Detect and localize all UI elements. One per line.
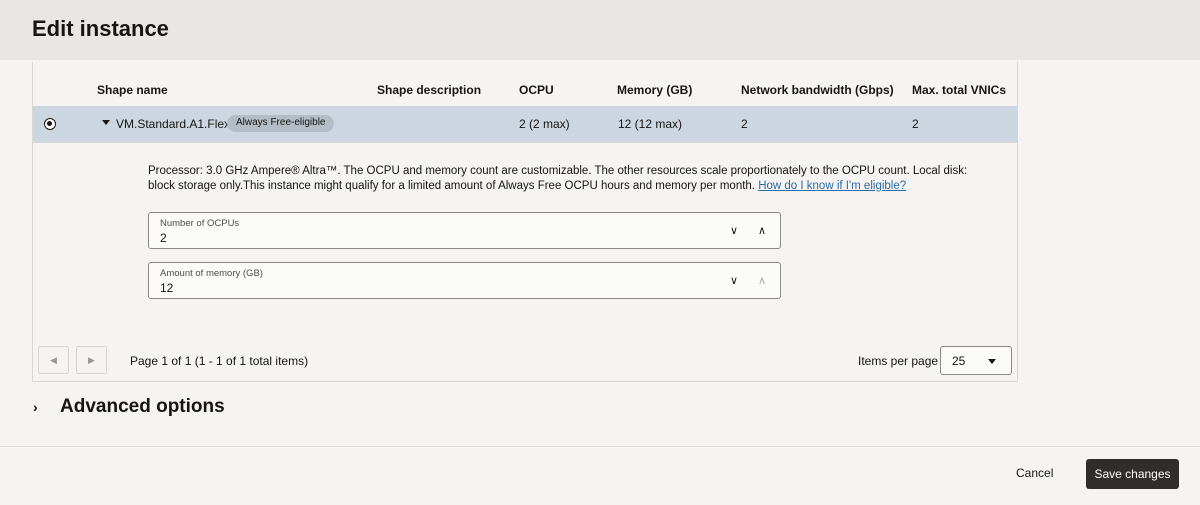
page-header: Edit instance (0, 0, 1200, 60)
footer-bar: Cancel Save changes (0, 446, 1200, 505)
column-header-shape-name[interactable]: Shape name (97, 83, 168, 97)
ocpu-stepper[interactable]: Number of OCPUs 2 ∨ ∧ (148, 212, 781, 249)
memory-field-label: Amount of memory (GB) (160, 268, 263, 279)
shape-name-cell: VM.Standard.A1.Flex (116, 117, 231, 131)
column-header-max-vnics[interactable]: Max. total VNICs (912, 83, 1006, 97)
page-title: Edit instance (32, 16, 169, 41)
items-per-page-select[interactable]: 25 (940, 346, 1012, 375)
table-row[interactable]: VM.Standard.A1.Flex Always Free-eligible… (33, 106, 1017, 142)
memory-cell: 12 (12 max) (618, 117, 683, 131)
advanced-options-title: Advanced options (60, 396, 225, 417)
column-header-shape-description[interactable]: Shape description (377, 83, 481, 97)
memory-stepper[interactable]: Amount of memory (GB) 12 ∨ ∧ (148, 262, 781, 299)
dropdown-caret-icon (988, 359, 996, 364)
increment-chevron-up-icon[interactable]: ∧ (756, 225, 768, 237)
memory-field-value[interactable]: 12 (160, 281, 173, 295)
increment-chevron-up-icon: ∧ (757, 275, 767, 287)
next-page-button[interactable]: ▶ (76, 346, 107, 374)
decrement-chevron-down-icon[interactable]: ∨ (728, 225, 740, 237)
previous-page-button[interactable]: ◀ (38, 346, 69, 374)
shape-description-text: Processor: 3.0 GHz Ampere® Altra™. The O… (148, 164, 978, 194)
eligibility-link[interactable]: How do I know if I'm eligible? (758, 180, 906, 192)
chevron-right-icon: › (33, 399, 38, 415)
table-header: Shape name Shape description OCPU Memory… (33, 62, 1017, 106)
always-free-badge: Always Free-eligible (227, 115, 335, 132)
ocpu-cell: 2 (2 max) (519, 117, 570, 131)
vnics-cell: 2 (912, 117, 919, 131)
expand-caret-icon[interactable] (102, 120, 110, 125)
decrement-chevron-down-icon[interactable]: ∨ (728, 275, 740, 287)
save-changes-button[interactable]: Save changes (1086, 459, 1179, 489)
row-divider (33, 142, 1017, 143)
pagination-status: Page 1 of 1 (1 - 1 of 1 total items) (130, 354, 309, 368)
column-header-network-bandwidth[interactable]: Network bandwidth (Gbps) (741, 83, 894, 97)
cancel-button[interactable]: Cancel (1016, 466, 1053, 480)
column-header-memory[interactable]: Memory (GB) (617, 83, 692, 97)
items-per-page-value: 25 (952, 354, 966, 368)
items-per-page-label: Items per page (858, 354, 939, 368)
ocpu-field-label: Number of OCPUs (160, 218, 240, 229)
bandwidth-cell: 2 (741, 117, 748, 131)
shape-table: Shape name Shape description OCPU Memory… (32, 62, 1018, 382)
column-header-ocpu[interactable]: OCPU (519, 83, 554, 97)
ocpu-field-value[interactable]: 2 (160, 231, 167, 245)
shape-radio-selected[interactable] (44, 118, 56, 130)
